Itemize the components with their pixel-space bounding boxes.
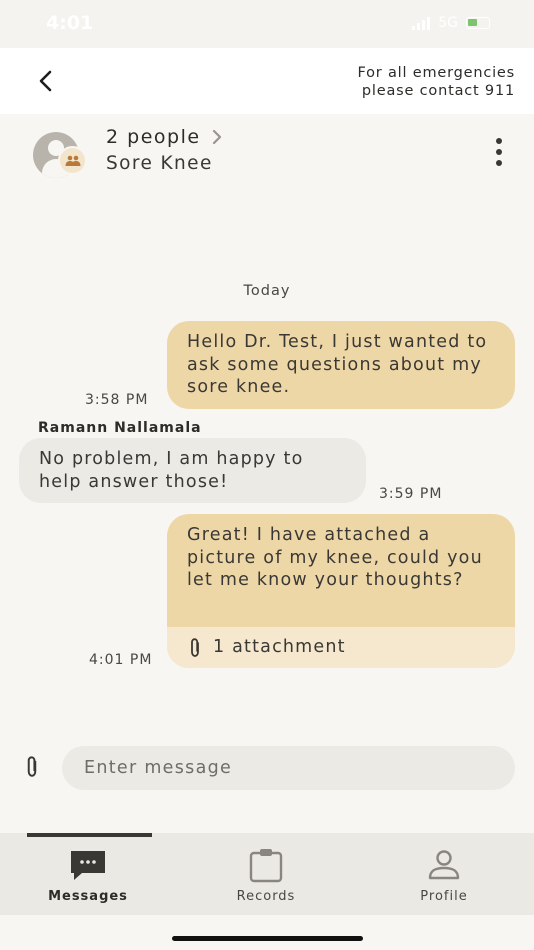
attachment-link[interactable]: 1 attachment [167,627,515,668]
message-timestamp: 3:59 PM [379,486,443,502]
message-timestamp: 4:01 PM [89,652,153,668]
tab-messages[interactable]: Messages [28,847,148,907]
message-bubble-outgoing[interactable]: Hello Dr. Test, I just wanted to ask som… [167,321,515,409]
message-text: Great! I have attached a picture of my k… [187,525,483,590]
paperclip-icon [191,637,199,657]
tab-label: Records [236,889,296,904]
tab-records[interactable]: Records [206,847,326,907]
message-composer [0,740,534,796]
conversation-subject: Sore Knee [106,153,213,174]
status-bar: 4:01 5G [0,0,534,48]
emergency-line-2: please contact 911 [361,83,515,99]
tab-label: Messages [48,889,128,904]
conversation-title[interactable]: 2 people [106,126,223,148]
sender-name: Ramann Nallamala [38,420,202,436]
message-timestamp: 3:58 PM [85,392,149,408]
top-navigation: For all emergencies please contact 911 [0,48,534,114]
tab-profile[interactable]: Profile [384,847,504,907]
message-input[interactable] [62,746,515,790]
clipboard-icon [249,849,283,883]
home-indicator [172,936,363,941]
paperclip-icon [27,756,37,777]
more-options-button[interactable] [489,135,509,169]
message-bubble-outgoing[interactable]: Great! I have attached a picture of my k… [167,514,515,668]
battery-icon [466,17,490,29]
active-tab-indicator [27,833,152,837]
back-button[interactable] [30,64,64,98]
chat-bubble-icon [71,851,105,880]
status-time: 4:01 [46,12,94,34]
message-bubble-incoming[interactable]: No problem, I am happy to help answer th… [19,438,366,503]
person-icon [428,850,460,880]
status-indicators: 5G [412,15,490,31]
bottom-tab-bar: Messages Records Profile [0,833,534,915]
message-text: Hello Dr. Test, I just wanted to ask som… [187,332,488,397]
conversation-header[interactable]: 2 people Sore Knee [0,114,534,194]
tab-label: Profile [420,889,468,904]
attach-button[interactable] [22,755,42,779]
participants-count: 2 people [106,126,201,148]
date-separator: Today [243,283,291,299]
more-vertical-icon [496,138,502,144]
signal-icon [412,16,431,30]
emergency-notice: For all emergencies please contact 911 [358,64,515,100]
chevron-right-icon [212,129,221,145]
message-text: No problem, I am happy to help answer th… [39,449,304,492]
chevron-left-icon [39,70,52,92]
attachment-label: 1 attachment [213,637,346,658]
emergency-line-1: For all emergencies [357,65,515,81]
people-badge-icon [58,146,87,175]
network-label: 5G [438,15,458,31]
